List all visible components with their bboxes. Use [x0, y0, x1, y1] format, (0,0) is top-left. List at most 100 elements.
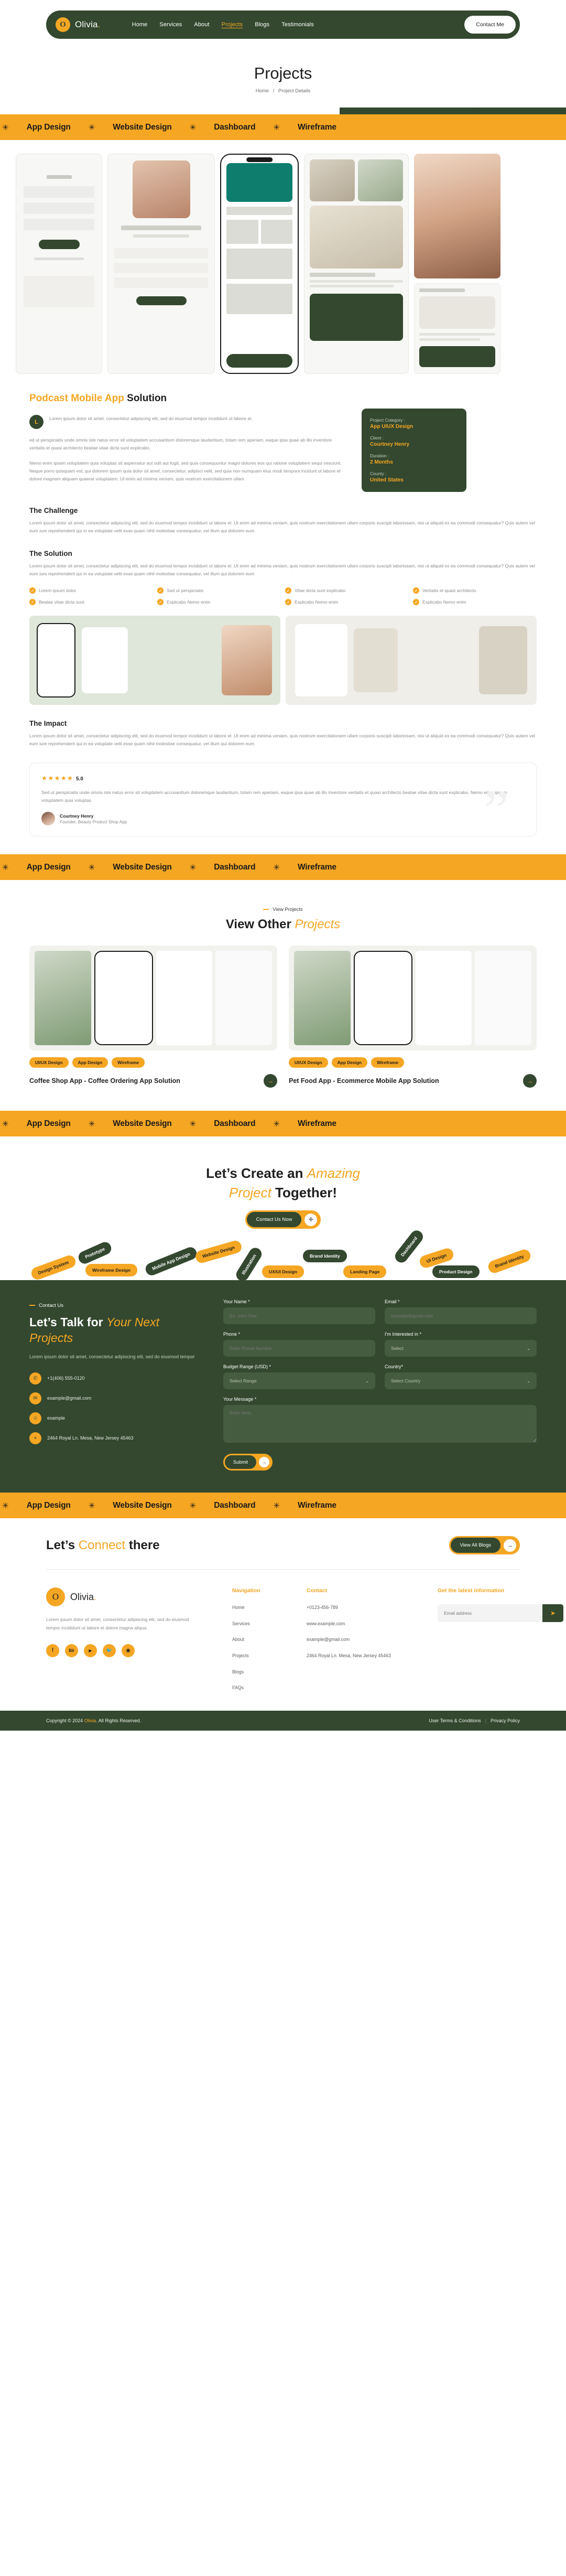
- list-item[interactable]: About: [232, 1636, 307, 1644]
- nav-item-testimonials[interactable]: Testimonials: [281, 22, 314, 28]
- nav-item-projects[interactable]: Projects: [222, 22, 243, 28]
- newsletter-email-input[interactable]: [438, 1604, 542, 1623]
- twitter-icon[interactable]: 🐦: [103, 1644, 116, 1657]
- solution-shot-1[interactable]: [29, 616, 280, 705]
- page-root: O Olivia. Home Services About Projects B…: [0, 0, 566, 1731]
- list-item[interactable]: Services: [232, 1620, 307, 1628]
- interest-select[interactable]: Select ⌄: [385, 1340, 537, 1357]
- project-tag[interactable]: Wireframe: [112, 1057, 145, 1068]
- footer-nav-about[interactable]: About: [232, 1636, 307, 1644]
- floating-tag[interactable]: Brand Identity: [303, 1250, 347, 1263]
- nav-item-blogs[interactable]: Blogs: [255, 22, 269, 28]
- list-item[interactable]: +0123-456-789: [307, 1604, 438, 1612]
- project-tag[interactable]: App Design: [72, 1057, 108, 1068]
- project-tag[interactable]: UI/UX Design: [289, 1057, 328, 1068]
- info-duration-label: Duration :: [370, 453, 389, 458]
- view-all-blogs-button[interactable]: View All Blogs →: [449, 1536, 520, 1555]
- list-item[interactable]: FAQs: [232, 1684, 307, 1692]
- brand-logo-group[interactable]: O Olivia.: [50, 17, 101, 32]
- footer-socials: f Bē ▶ 🐦 ◉: [46, 1644, 232, 1657]
- contact-item-phone[interactable]: ✆ +1(406) 555-0120: [29, 1372, 202, 1385]
- footer-headline-c: there: [125, 1538, 160, 1552]
- contact-item-email[interactable]: ✉ example@gmail.com: [29, 1392, 202, 1405]
- project-card[interactable]: UI/UX Design App Design Wireframe Pet Fo…: [289, 946, 537, 1088]
- dash-icon: [29, 1305, 35, 1306]
- gallery-shot-model[interactable]: [414, 154, 500, 374]
- cta-headline: Let’s Create an Amazing Project Together…: [0, 1164, 566, 1202]
- contact-section: Contact Us Let’s Talk for Your Next Proj…: [0, 1280, 566, 1493]
- breadcrumb: Home / Project Details: [0, 88, 566, 94]
- phone-input[interactable]: [223, 1340, 375, 1357]
- footer-nav-services[interactable]: Services: [232, 1620, 307, 1628]
- gallery-shot-beauty[interactable]: [107, 154, 215, 374]
- review-text: Sed ut perspiciatis unde omnis iste natu…: [41, 790, 507, 803]
- footer-nav-blogs[interactable]: Blogs: [232, 1669, 307, 1676]
- gallery-shot-products[interactable]: [304, 154, 409, 374]
- gallery-shot-signin[interactable]: [16, 154, 102, 374]
- behance-icon[interactable]: Bē: [65, 1644, 78, 1657]
- user-icon: ☺: [29, 1412, 41, 1425]
- budget-select[interactable]: Select Range ⌄: [223, 1372, 375, 1390]
- gallery-shot-phone-home[interactable]: [220, 154, 299, 374]
- floating-tag[interactable]: Design System: [29, 1253, 78, 1282]
- list-item[interactable]: Projects: [232, 1652, 307, 1660]
- submit-button[interactable]: Submit →: [223, 1454, 273, 1471]
- list-item[interactable]: www.example.com: [307, 1620, 438, 1628]
- floating-tag[interactable]: Product Design: [432, 1265, 480, 1279]
- star-icon: ✳: [273, 863, 280, 872]
- arrow-right-icon[interactable]: →: [264, 1074, 277, 1088]
- nav-item-services[interactable]: Services: [159, 22, 182, 28]
- nav-item-home[interactable]: Home: [132, 22, 148, 28]
- check-icon: ✓: [285, 599, 291, 606]
- contact-me-button[interactable]: Contact Me: [464, 16, 516, 34]
- footer-nav-home[interactable]: Home: [232, 1604, 307, 1612]
- footer-nav-faqs[interactable]: FAQs: [232, 1684, 307, 1692]
- label-budget: Budget Range (USD) *: [223, 1364, 271, 1370]
- project-tag[interactable]: UI/UX Design: [29, 1057, 69, 1068]
- instagram-icon[interactable]: ◉: [122, 1644, 135, 1657]
- breadcrumb-home[interactable]: Home: [256, 88, 269, 94]
- arrow-right-icon: →: [504, 1539, 516, 1552]
- project-intro-line: L Lorem ipsum dolor sit amet, consectetu…: [29, 415, 344, 429]
- list-item[interactable]: Blogs: [232, 1669, 307, 1676]
- star-icon: ✳: [2, 1119, 9, 1129]
- contact-item-address[interactable]: ⌖ 2464 Royal Ln. Mesa, New Jersey 45463: [29, 1432, 202, 1445]
- footer-nav-projects[interactable]: Projects: [232, 1652, 307, 1660]
- floating-tag[interactable]: UX/UI Design: [262, 1265, 304, 1279]
- youtube-icon[interactable]: ▶: [84, 1644, 97, 1657]
- nav-item-about[interactable]: About: [194, 22, 209, 28]
- newsletter-submit-button[interactable]: ➤: [542, 1604, 563, 1623]
- floating-tag[interactable]: Wireframe Design: [85, 1264, 137, 1277]
- floating-tag[interactable]: Prototype: [76, 1240, 114, 1266]
- list-item[interactable]: example@gmail.com: [307, 1636, 438, 1644]
- floating-tag[interactable]: Landing Page: [343, 1265, 387, 1279]
- check-label: Veritatis et quasi architecto: [422, 588, 476, 594]
- project-summary-row: L Lorem ipsum dolor sit amet, consectetu…: [29, 409, 537, 492]
- terms-link[interactable]: User Terms & Conditions: [429, 1718, 481, 1723]
- footer-brand[interactable]: O Olivia.: [46, 1587, 232, 1607]
- marquee-track: ✳ App Design ✳ Website Design ✳ Dashboar…: [0, 1501, 354, 1510]
- floating-tag[interactable]: Website Design: [194, 1239, 243, 1264]
- project-thumbnail[interactable]: [29, 946, 277, 1051]
- cta-line2-b: Together!: [271, 1184, 338, 1200]
- project-thumbnail[interactable]: [289, 946, 537, 1051]
- arrow-right-icon[interactable]: →: [523, 1074, 537, 1088]
- contact-item-user[interactable]: ☺ example: [29, 1412, 202, 1425]
- project-tag[interactable]: Wireframe: [371, 1057, 405, 1068]
- email-input[interactable]: [385, 1307, 537, 1325]
- project-card[interactable]: UI/UX Design App Design Wireframe Coffee…: [29, 946, 277, 1088]
- project-tag[interactable]: App Design: [331, 1057, 368, 1068]
- star-icon: ✳: [273, 1501, 280, 1510]
- other-projects-eyebrow-label: View Projects: [273, 906, 303, 913]
- country-select[interactable]: Select Country ⌄: [385, 1372, 537, 1390]
- facebook-icon[interactable]: f: [46, 1644, 59, 1657]
- field-country: Country* Select Country ⌄: [385, 1364, 537, 1390]
- name-input[interactable]: [223, 1307, 375, 1325]
- floating-tag[interactable]: Mobile App Design: [144, 1245, 199, 1278]
- solution-shot-2[interactable]: [286, 616, 537, 705]
- message-textarea[interactable]: [223, 1405, 537, 1443]
- floating-tag[interactable]: Brand Identity: [486, 1248, 532, 1275]
- privacy-link[interactable]: Privacy Policy: [491, 1718, 520, 1723]
- contact-us-now-button[interactable]: Contact Us Now ✛: [245, 1210, 321, 1229]
- list-item[interactable]: Home: [232, 1604, 307, 1612]
